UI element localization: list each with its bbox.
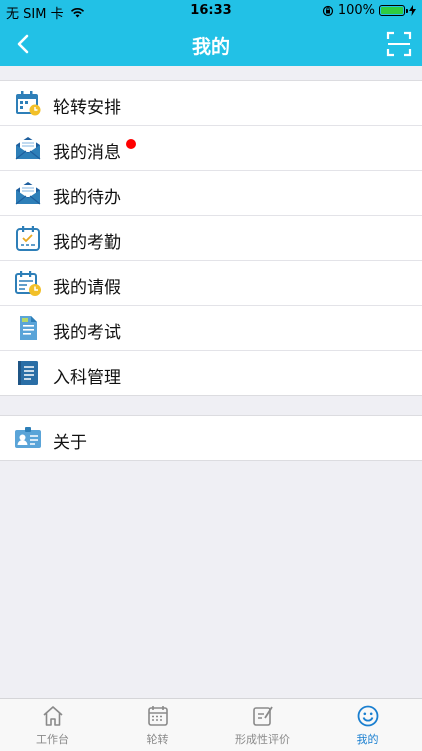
menu-item-label: 我的请假 bbox=[53, 278, 121, 298]
smiley-icon bbox=[357, 705, 378, 727]
tab-bar: 工作台 轮转 形成性评价 我的 bbox=[0, 698, 422, 751]
exam-document-icon bbox=[20, 316, 37, 340]
menu-item-label: 轮转安排 bbox=[53, 98, 121, 118]
menu-item-department-entry[interactable]: 入科管理 bbox=[0, 351, 422, 395]
tab-label: 轮转 bbox=[146, 733, 169, 746]
menu-item-about[interactable]: 关于 bbox=[0, 416, 422, 460]
menu-item-my-attendance[interactable]: 我的考勤 bbox=[0, 216, 422, 261]
id-card-icon bbox=[15, 427, 41, 448]
tab-formative-evaluation[interactable]: 形成性评价 bbox=[210, 699, 315, 751]
edit-icon bbox=[252, 706, 273, 726]
tab-label: 我的 bbox=[356, 733, 379, 746]
battery-percent: 100% bbox=[337, 3, 375, 18]
leave-calendar-icon bbox=[15, 271, 41, 296]
book-icon bbox=[18, 361, 38, 385]
mail-todo-icon bbox=[15, 182, 41, 205]
menu-item-my-messages[interactable]: 我的消息 bbox=[0, 126, 422, 171]
calendar-schedule-icon bbox=[16, 91, 41, 116]
menu-item-label: 我的消息 bbox=[53, 143, 121, 163]
menu-item-label: 关于 bbox=[53, 433, 87, 453]
status-right: 100% bbox=[322, 3, 416, 18]
menu-item-my-exam[interactable]: 我的考试 bbox=[0, 306, 422, 351]
tab-rotation[interactable]: 轮转 bbox=[105, 699, 210, 751]
menu-item-label: 入科管理 bbox=[53, 368, 121, 388]
battery-icon bbox=[379, 5, 408, 16]
unread-badge bbox=[126, 139, 136, 149]
nav-bar: 我的 bbox=[0, 22, 422, 66]
attendance-calendar-icon bbox=[16, 226, 40, 251]
mail-icon bbox=[15, 137, 41, 160]
tab-mine[interactable]: 我的 bbox=[315, 699, 420, 751]
menu-item-label: 我的考勤 bbox=[53, 233, 121, 253]
home-icon bbox=[42, 706, 63, 726]
status-bar: 无 SIM 卡 16:33 100% bbox=[0, 0, 422, 22]
menu-item-label: 我的考试 bbox=[53, 323, 121, 343]
menu-list: 轮转安排 我的消息 我的待办 我的考勤 我的请假 我的考试 入科管理 bbox=[0, 80, 422, 396]
tab-label: 形成性评价 bbox=[235, 733, 290, 746]
charging-icon bbox=[409, 5, 416, 16]
tab-workbench[interactable]: 工作台 bbox=[0, 699, 105, 751]
page-title: 我的 bbox=[191, 36, 230, 58]
tab-label: 工作台 bbox=[36, 733, 69, 746]
orientation-lock-icon bbox=[322, 5, 333, 16]
menu-item-label: 我的待办 bbox=[53, 188, 121, 208]
about-section: 关于 bbox=[0, 415, 422, 461]
menu-item-my-leave[interactable]: 我的请假 bbox=[0, 261, 422, 306]
menu-item-rotation-schedule[interactable]: 轮转安排 bbox=[0, 81, 422, 126]
menu-item-my-todo[interactable]: 我的待办 bbox=[0, 171, 422, 216]
scan-icon[interactable] bbox=[386, 31, 412, 57]
calendar-grid-icon bbox=[147, 706, 168, 726]
